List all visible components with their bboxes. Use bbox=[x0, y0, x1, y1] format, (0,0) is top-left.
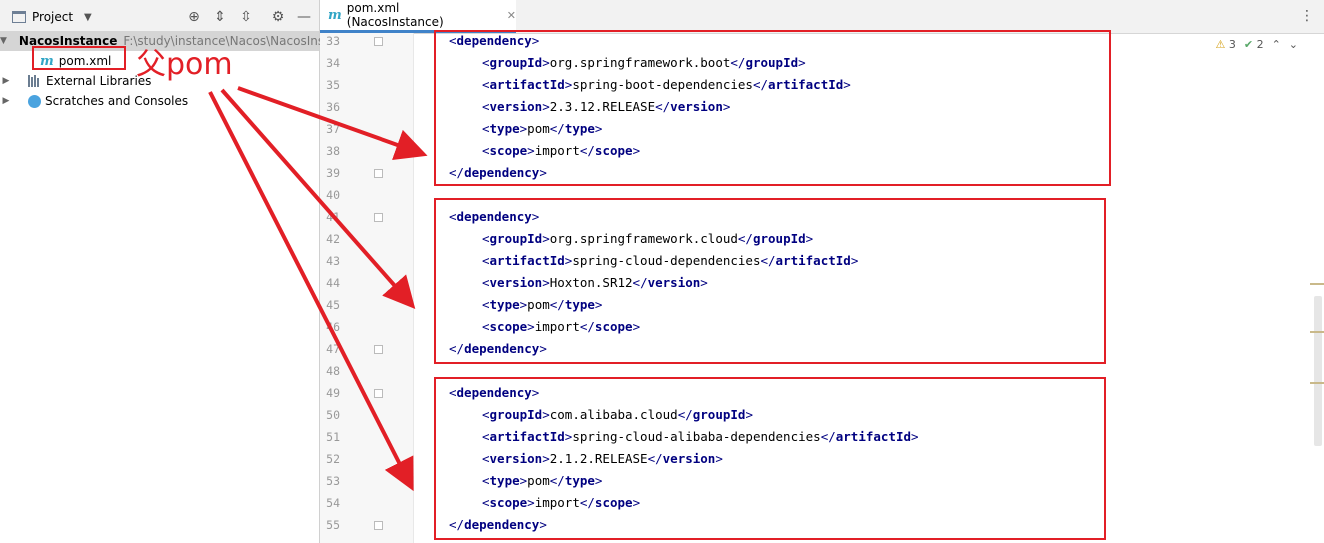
fold-marker-icon[interactable] bbox=[374, 345, 383, 354]
line-number: 46 bbox=[326, 320, 340, 334]
check-icon: ✔ bbox=[1243, 38, 1254, 51]
project-view-title[interactable]: Project bbox=[32, 9, 73, 25]
inspection-widget[interactable]: ⚠ 3 ✔ 2 ⌃ ⌄ bbox=[1215, 38, 1298, 51]
line-number: 52 bbox=[326, 452, 340, 466]
line-number: 41 bbox=[326, 210, 340, 224]
scroll-marker bbox=[1310, 382, 1324, 384]
line-number: 37 bbox=[326, 122, 340, 136]
line-number: 54 bbox=[326, 496, 340, 510]
collapse-all-icon[interactable]: ⇳ bbox=[238, 9, 254, 25]
chevron-up-icon[interactable]: ⌃ bbox=[1272, 38, 1281, 51]
line-number: 35 bbox=[326, 78, 340, 92]
line-number: 44 bbox=[326, 276, 340, 290]
scroll-marker bbox=[1310, 283, 1324, 285]
library-icon bbox=[28, 75, 42, 87]
line-number: 45 bbox=[326, 298, 340, 312]
line-number: 34 bbox=[326, 56, 340, 70]
line-number: 39 bbox=[326, 166, 340, 180]
fold-marker-icon[interactable] bbox=[374, 213, 383, 222]
more-vertical-icon[interactable]: ⋮ bbox=[1300, 8, 1314, 24]
close-icon[interactable]: ✕ bbox=[507, 9, 516, 22]
chevron-down-icon[interactable]: ▼ bbox=[84, 9, 92, 25]
scratches-icon bbox=[28, 94, 41, 108]
parent-pom-annotation: 父pom bbox=[136, 47, 233, 82]
scrollbar-thumb[interactable] bbox=[1314, 296, 1322, 446]
chevron-right-icon[interactable]: ▶ bbox=[0, 96, 12, 106]
editor-tab-bar: m pom.xml (NacosInstance) ✕ ⋮ bbox=[320, 0, 1324, 34]
tab-label: pom.xml (NacosInstance) bbox=[346, 1, 444, 29]
warning-count: 3 bbox=[1228, 38, 1236, 51]
locate-icon[interactable]: ⊕ bbox=[186, 9, 202, 25]
project-view-icon bbox=[12, 11, 26, 23]
minimize-icon[interactable]: — bbox=[296, 9, 312, 25]
fold-marker-icon[interactable] bbox=[374, 169, 383, 178]
chevron-down-icon[interactable]: ⌄ bbox=[1289, 38, 1298, 51]
dependency-highlight-box bbox=[434, 198, 1106, 364]
expand-all-icon[interactable]: ⇕ bbox=[212, 9, 228, 25]
line-number: 38 bbox=[326, 144, 340, 158]
line-number: 51 bbox=[326, 430, 340, 444]
fold-marker-icon[interactable] bbox=[374, 389, 383, 398]
fold-marker-icon[interactable] bbox=[374, 37, 383, 46]
maven-icon: m bbox=[328, 7, 342, 23]
line-number: 47 bbox=[326, 342, 340, 356]
dependency-highlight-box bbox=[434, 30, 1111, 186]
line-number: 36 bbox=[326, 100, 340, 114]
line-number: 43 bbox=[326, 254, 340, 268]
line-number: 48 bbox=[326, 364, 340, 378]
chevron-right-icon[interactable]: ▶ bbox=[0, 76, 12, 86]
scroll-marker bbox=[1310, 331, 1324, 333]
tab-pom-xml[interactable]: m pom.xml (NacosInstance) ✕ bbox=[320, 0, 516, 33]
chevron-down-icon[interactable]: ▼ bbox=[0, 36, 7, 46]
warning-icon: ⚠ bbox=[1215, 38, 1226, 51]
tree-item-scratches[interactable]: ▶ Scratches and Consoles bbox=[0, 91, 319, 111]
gear-icon[interactable]: ⚙ bbox=[270, 9, 286, 25]
project-panel-header: Project ▼ ⊕ ⇕ ⇳ ⚙ — bbox=[0, 0, 319, 34]
line-number: 40 bbox=[326, 188, 340, 202]
pom-highlight-box bbox=[32, 46, 126, 70]
dependency-highlight-box bbox=[434, 377, 1106, 540]
ok-count: 2 bbox=[1256, 38, 1264, 51]
line-number: 33 bbox=[326, 34, 340, 48]
line-number: 55 bbox=[326, 518, 340, 532]
line-number: 49 bbox=[326, 386, 340, 400]
gutter-separator bbox=[413, 33, 414, 543]
line-number: 42 bbox=[326, 232, 340, 246]
editor-scrollbar[interactable] bbox=[1310, 33, 1324, 543]
scratches-label: Scratches and Consoles bbox=[45, 94, 189, 108]
fold-marker-icon[interactable] bbox=[374, 521, 383, 530]
line-number: 50 bbox=[326, 408, 340, 422]
line-number: 53 bbox=[326, 474, 340, 488]
